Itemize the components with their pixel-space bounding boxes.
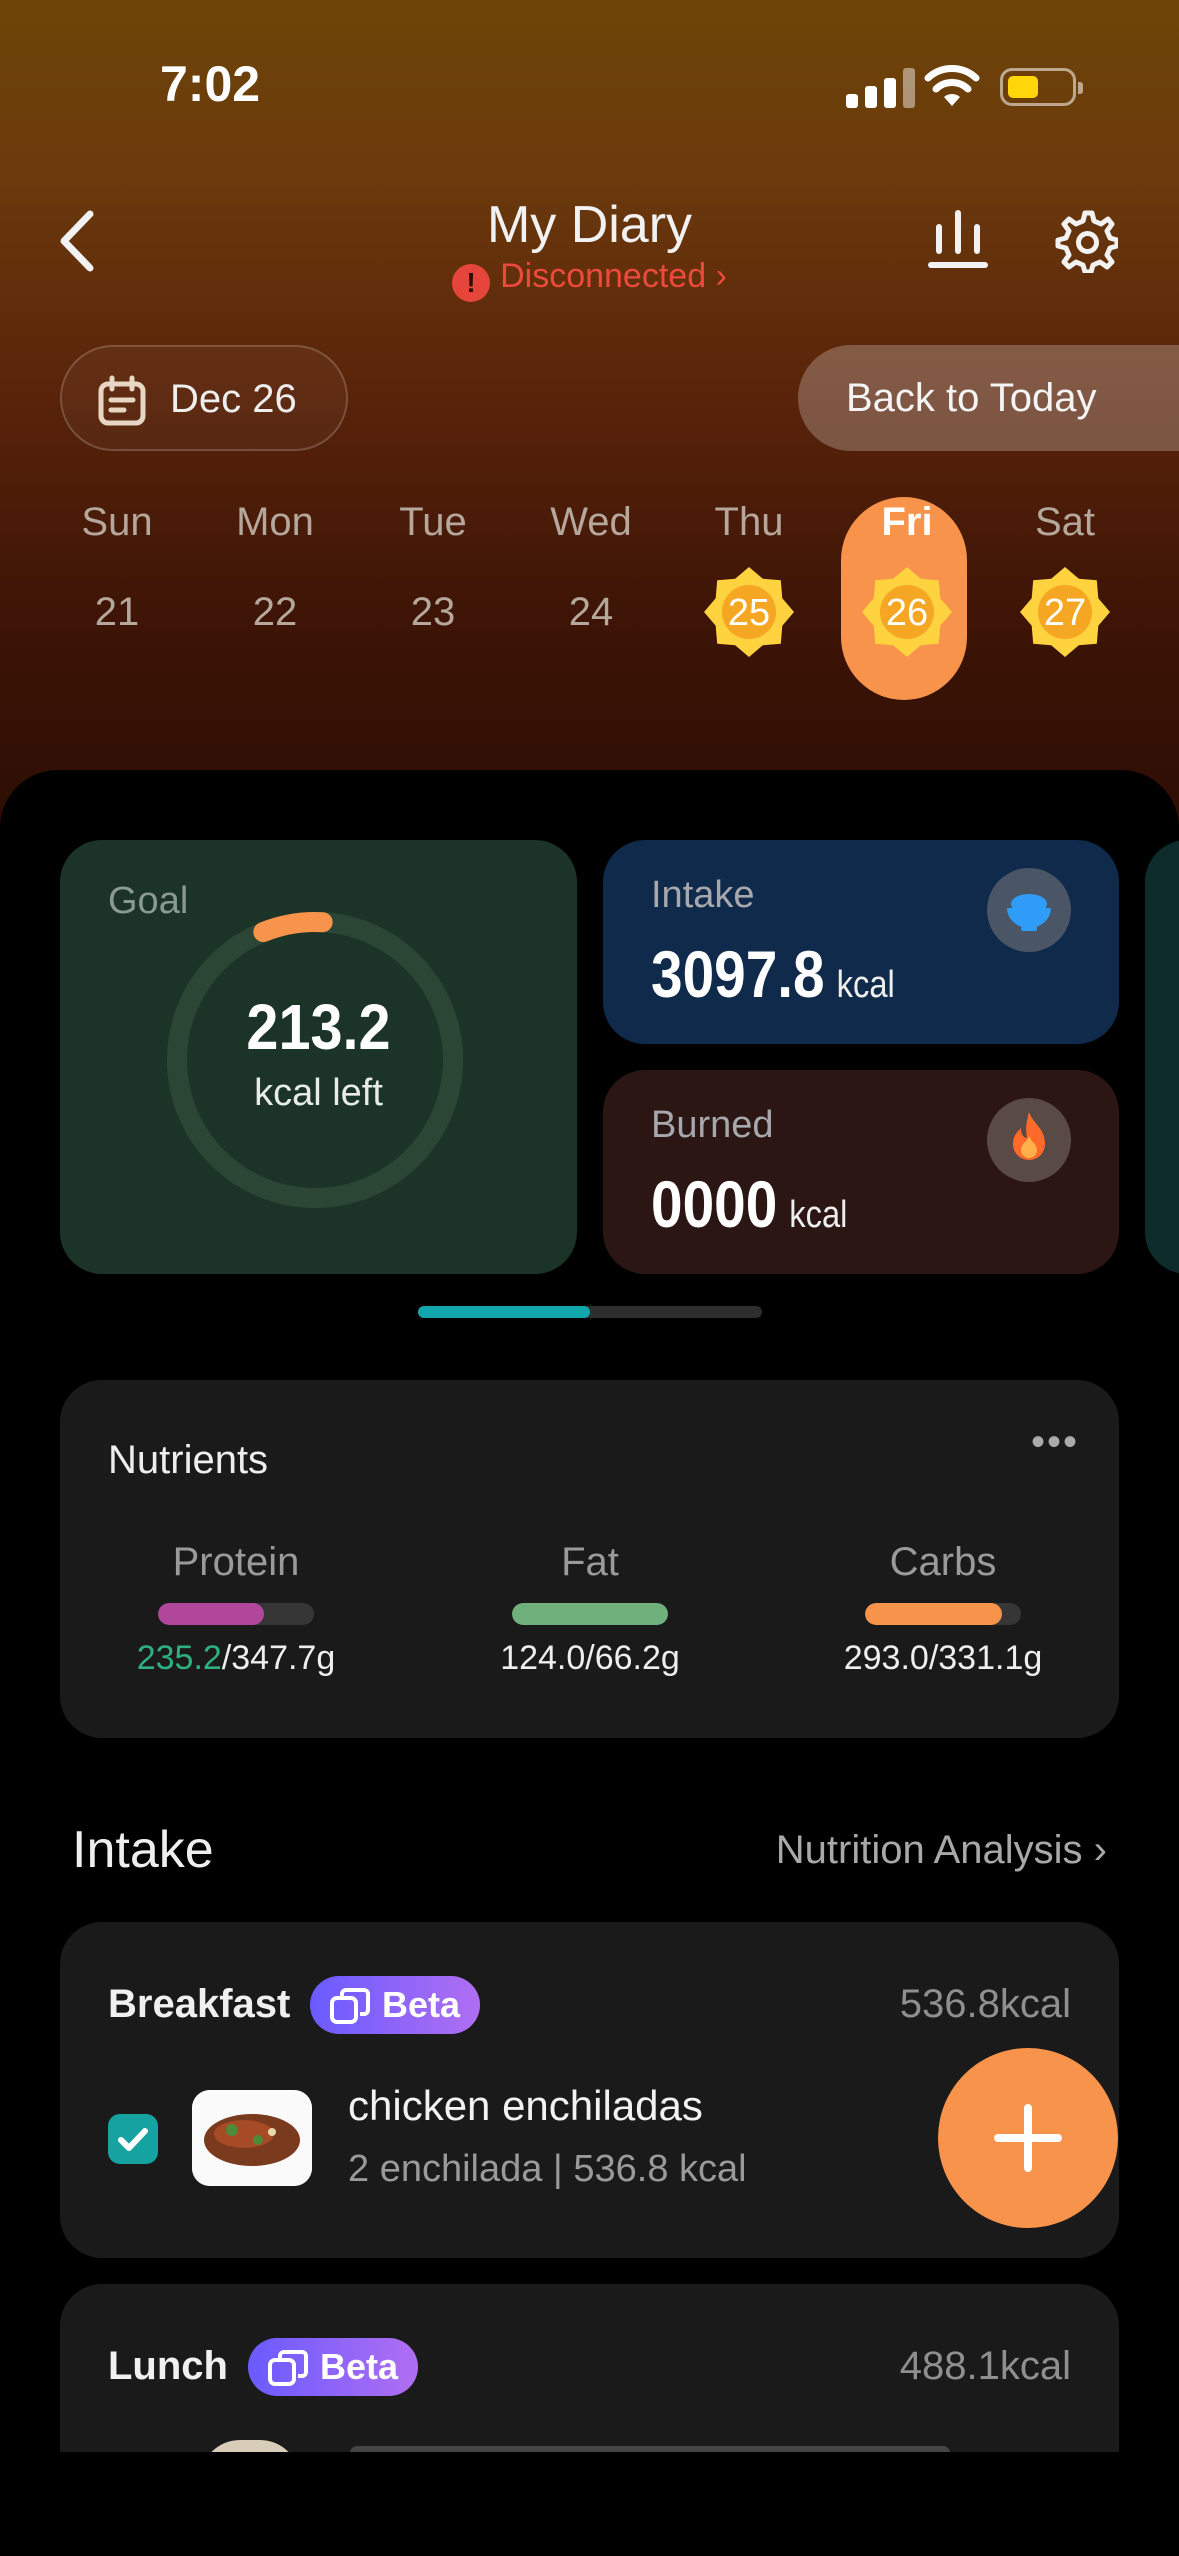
back-to-today-button[interactable]: Back to Today xyxy=(798,345,1179,451)
meal-kcal: 536.8kcal xyxy=(899,1982,1071,2026)
beta-badge: Beta xyxy=(310,1976,481,2034)
copy-icon xyxy=(330,1988,370,2024)
rice-bowl-icon xyxy=(987,868,1071,952)
connection-status[interactable]: ! Disconnected › xyxy=(0,257,1179,302)
current-date-label: Dec 26 xyxy=(170,377,297,421)
day-date-number: 27 xyxy=(1043,592,1087,634)
nutrient-protein: Protein 235.2/347.7g xyxy=(86,1540,386,1678)
date-selector-button[interactable]: Dec 26 xyxy=(60,345,348,451)
food-thumbnail xyxy=(192,2090,312,2186)
nutrient-progress-fill xyxy=(865,1603,1003,1625)
day-mon[interactable]: Mon 22 xyxy=(214,492,336,642)
day-thu[interactable]: Thu 25 xyxy=(688,492,810,657)
intake-unit: kcal xyxy=(836,964,895,1006)
beta-badge-label: Beta xyxy=(382,1984,461,2025)
battery-icon xyxy=(1000,68,1083,106)
nutrient-carbs: Carbs 293.0/331.1g xyxy=(793,1540,1093,1678)
nutrient-value: 124.0/66.2g xyxy=(500,1639,680,1677)
intake-kcal-number: 3097.8 xyxy=(651,937,825,1011)
intake-value: 3097.8 kcal xyxy=(651,936,895,1012)
beta-badge: Beta xyxy=(248,2338,419,2396)
alert-icon: ! xyxy=(452,264,491,302)
chevron-right-icon: › xyxy=(715,257,727,295)
nutrient-name: Protein xyxy=(172,1540,300,1584)
copy-icon xyxy=(268,2350,308,2386)
day-date: 22 xyxy=(252,590,298,634)
meal-name: Lunch xyxy=(108,2344,228,2388)
nutrients-card[interactable]: Nutrients ••• Protein 235.2/347.7g Fat 1… xyxy=(60,1380,1119,1738)
goal-kcal-left-unit: kcal left xyxy=(254,1072,383,1114)
day-name: Fri xyxy=(881,500,933,544)
settings-gear-button[interactable] xyxy=(1054,209,1118,273)
food-detail: 2 enchilada | 536.8 kcal xyxy=(348,2148,747,2190)
nutrition-analysis-link[interactable]: Nutrition Analysis › xyxy=(776,1828,1107,1873)
nutrient-name: Fat xyxy=(561,1540,619,1584)
nutrient-progress-bar xyxy=(865,1603,1021,1625)
nutrient-progress-fill xyxy=(512,1603,668,1625)
day-date-number: 26 xyxy=(885,592,929,634)
intake-card[interactable]: Intake 3097.8 kcal xyxy=(603,840,1119,1044)
nutrient-progress-fill xyxy=(158,1603,265,1625)
day-name: Mon xyxy=(236,500,314,544)
nutrient-fat: Fat 124.0/66.2g xyxy=(440,1540,740,1678)
page-title: My Diary xyxy=(486,196,693,254)
beta-badge-label: Beta xyxy=(320,2346,399,2387)
nutrient-progress-bar xyxy=(158,1603,314,1625)
day-fri[interactable]: Fri 26 xyxy=(846,492,968,657)
nutrient-name: Carbs xyxy=(889,1540,997,1584)
day-name: Wed xyxy=(550,500,632,544)
day-sat[interactable]: Sat 27 xyxy=(1004,492,1126,657)
cellular-signal-icon xyxy=(846,68,918,108)
day-date: 27 xyxy=(1004,567,1126,657)
meal-kcal: 488.1kcal xyxy=(899,2344,1071,2388)
protein-goal: /347.7g xyxy=(221,1639,336,1677)
burned-unit: kcal xyxy=(789,1194,848,1236)
day-name: Thu xyxy=(714,500,784,544)
connection-status-label: Disconnected xyxy=(500,257,707,295)
nutrients-title: Nutrients xyxy=(108,1438,269,1482)
day-date-number: 25 xyxy=(727,592,771,634)
pager-active-segment xyxy=(418,1306,590,1318)
protein-consumed: 235.2 xyxy=(136,1639,222,1677)
day-date: 26 xyxy=(846,567,968,657)
more-options-icon[interactable]: ••• xyxy=(1031,1420,1079,1465)
day-date: 24 xyxy=(568,590,614,634)
back-to-today-label: Back to Today xyxy=(846,376,1097,420)
nutrient-value: 293.0/331.1g xyxy=(843,1639,1043,1677)
flame-icon xyxy=(987,1098,1071,1182)
burned-value: 0000 kcal xyxy=(651,1166,847,1242)
bottom-fade xyxy=(0,2452,1179,2556)
goal-card[interactable]: Goal 213.2 kcal left xyxy=(60,840,577,1274)
status-time: 7:02 xyxy=(160,56,261,112)
nutrient-value: 235.2/347.7g xyxy=(86,1639,386,1678)
stats-chart-button[interactable] xyxy=(925,205,991,271)
calendar-icon xyxy=(98,375,146,426)
day-date: 21 xyxy=(94,590,140,634)
day-date: 23 xyxy=(410,590,456,634)
burned-label: Burned xyxy=(651,1104,774,1146)
day-sun[interactable]: Sun 21 xyxy=(56,492,178,642)
day-date: 25 xyxy=(688,567,810,657)
burned-kcal-number: 0000 xyxy=(651,1167,778,1241)
day-name: Sat xyxy=(1034,500,1096,544)
food-name[interactable]: chicken enchiladas xyxy=(348,2082,703,2130)
food-checkbox[interactable] xyxy=(108,2114,158,2164)
chevron-right-icon: › xyxy=(1093,1828,1107,1872)
card-pager-indicator xyxy=(418,1306,762,1318)
nutrition-analysis-label: Nutrition Analysis xyxy=(775,1828,1083,1872)
add-food-button[interactable] xyxy=(938,2048,1118,2228)
day-tue[interactable]: Tue 23 xyxy=(372,492,494,642)
wifi-icon xyxy=(924,65,980,106)
day-name: Tue xyxy=(399,500,467,544)
intake-label: Intake xyxy=(651,874,755,916)
day-wed[interactable]: Wed 24 xyxy=(530,492,652,642)
goal-kcal-left-value: 213.2 xyxy=(246,991,391,1063)
day-name: Sun xyxy=(81,500,153,544)
intake-section-title: Intake xyxy=(72,1821,214,1879)
nutrient-progress-bar xyxy=(512,1603,668,1625)
burned-card[interactable]: Burned 0000 kcal xyxy=(603,1070,1119,1274)
next-card-peek xyxy=(1145,840,1179,1274)
meal-name: Breakfast xyxy=(108,1982,291,2026)
